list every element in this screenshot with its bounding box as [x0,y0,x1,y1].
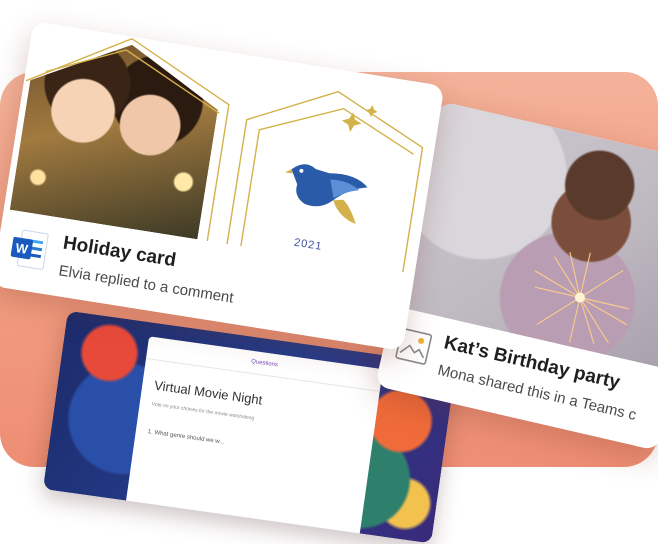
bird-icon [284,164,368,225]
form-panel: Questions Virtual Movie Night Vote on yo… [122,336,383,544]
form-question: 1. What genre should we w... [147,429,225,446]
holiday-card-subtitle: Elvia replied to a comment [57,262,235,307]
word-icon: W [10,229,49,270]
